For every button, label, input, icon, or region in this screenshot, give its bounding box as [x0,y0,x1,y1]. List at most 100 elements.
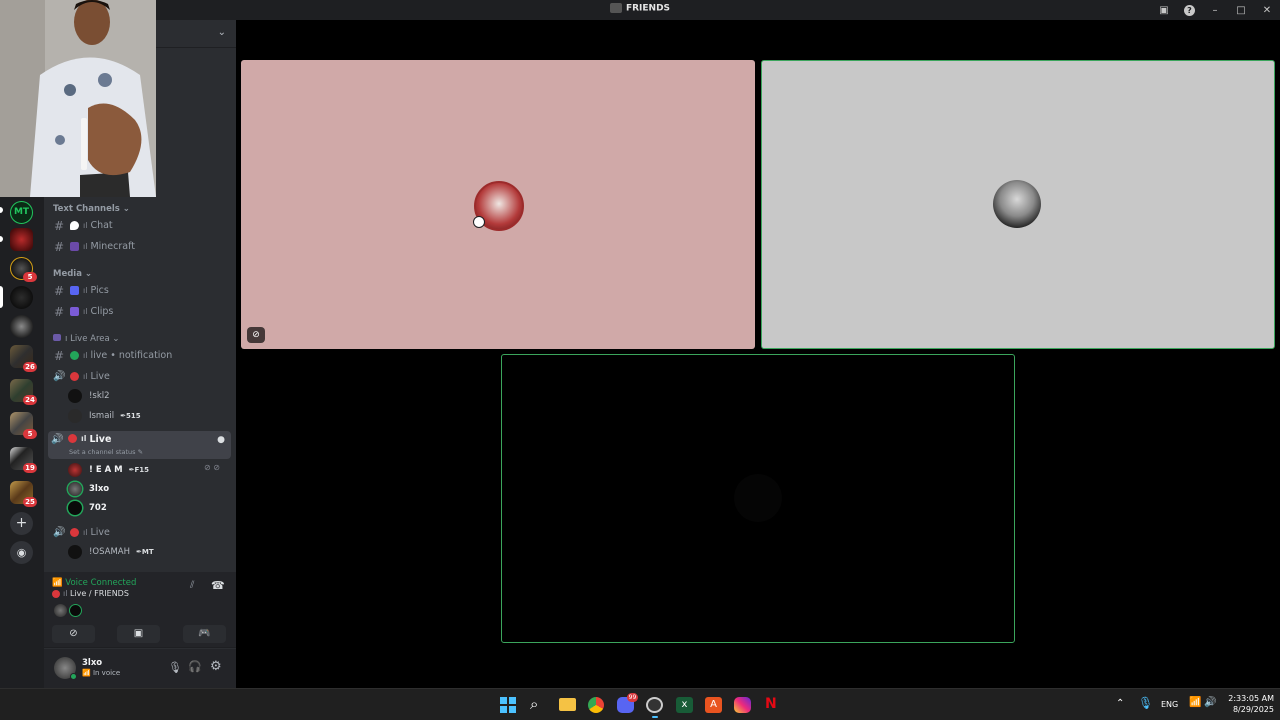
maximize-button[interactable]: □ [1228,5,1254,16]
avatar [68,545,82,559]
stream-tile-1[interactable]: ⊘ [241,60,755,349]
red-circle-icon [68,434,77,443]
voice-user[interactable]: Ismail ✒515 [68,407,141,425]
volume-icon[interactable]: 🔊 [1204,697,1216,708]
server-badge: 5 [23,429,37,439]
disconnect-icon[interactable]: ☎ [211,579,225,592]
chrome-icon[interactable] [588,697,604,713]
wifi-icon[interactable]: 📶 [1189,697,1201,708]
user-tag: ✒515 [120,412,141,420]
camera-off-button[interactable]: ⊘ [52,625,95,643]
language-indicator[interactable]: ENG [1161,700,1178,709]
channel-pics[interactable]: # ıl Pics [50,281,231,300]
discord-badge: 99 [627,693,638,702]
channel-clips[interactable]: # ıl Clips [50,302,231,321]
server-mt[interactable]: MT [10,201,33,224]
voice-user[interactable]: 3lxo [68,480,109,498]
voice-channel-live-3[interactable]: 🔊 ıl Live [50,523,231,542]
participant-avatar [54,604,67,617]
chevron-down-icon: ⌄ [217,27,226,38]
category-media[interactable]: Media ⌄ [53,269,92,279]
red-circle-icon [70,528,79,537]
hash-icon: # [53,283,65,298]
voice-channel-live-2[interactable]: 🔊 ıl Live ● Set a channel status ✎ [48,431,231,459]
channel-live-notification[interactable]: # ıl live • notification [50,346,231,365]
close-button[interactable]: ✕ [1254,5,1280,16]
server-pill [0,236,3,242]
green-circle-icon [70,351,79,360]
channel-status[interactable]: Set a channel status ✎ [69,448,143,456]
screen-share-button[interactable]: ▣ [117,625,160,643]
webcam-preview[interactable] [0,0,156,197]
participant-avatar [69,604,82,617]
hash-icon: # [53,304,65,319]
headphones-icon[interactable]: 🎧 [188,660,202,673]
noise-suppression-icon[interactable]: ⫽ [190,580,194,591]
user-status: 📶 In voice [82,669,121,677]
window-title: FRIENDS [0,3,1280,14]
voice-user[interactable]: ! E A M ✒F15 [68,461,149,479]
participant-avatar [993,180,1041,228]
red-circle-icon [70,372,79,381]
camera-off-icon: ⊘ [247,327,265,343]
channel-icon [609,3,622,13]
user-panel: 3lxo 📶 In voice 🎙 🎧 ⚙ [44,649,236,688]
server-badge: 26 [23,362,37,372]
voice-channel-live-1[interactable]: 🔊 ıl Live [50,367,231,386]
username: 3lxo [82,658,103,668]
channel-minecraft[interactable]: # ıl Minecraft [50,237,231,256]
stream-tile-2[interactable] [761,60,1275,349]
compass-icon[interactable]: ◉ [10,541,33,564]
minimize-button[interactable]: – [1202,5,1228,16]
user-tag: ✒MT [136,548,154,556]
server-pill-selected [0,286,3,308]
game-icon [70,242,79,251]
server-icon[interactable] [10,315,33,338]
signal-icon: 📶 [52,578,63,588]
taskbar: ⌕ 99 x A N ⌃ 🎙 ENG 📶 🔊 2:33:05 AM 8/29/2… [0,688,1280,720]
speaker-icon: 🔊 [53,371,66,382]
category-text-channels[interactable]: Text Channels ⌄ [53,204,130,214]
microphone-icon[interactable]: 🎙 [168,661,182,674]
obs-icon[interactable] [646,697,663,713]
excel-icon[interactable]: x [676,697,693,713]
channel-chat[interactable]: # ıl Chat [50,216,231,235]
inbox-icon[interactable]: ▣ [1151,5,1177,16]
film-icon [70,307,79,316]
netflix-icon[interactable]: N [765,696,777,712]
voice-user[interactable]: !skl2 [68,387,110,405]
avatar [68,389,82,403]
speaker-icon: 🔊 [51,434,64,445]
hash-icon: # [53,218,65,233]
gear-icon[interactable]: ⚙ [210,659,222,674]
server-badge: 19 [23,463,37,473]
activities-button[interactable]: 🎮 [183,625,226,643]
category-live-area[interactable]: ı Live Area ⌄ [53,334,120,344]
clock[interactable]: 2:33:05 AM 8/29/2025 [1222,693,1274,715]
chevron-up-icon[interactable]: ⌃ [1116,698,1124,709]
webcam-person [0,0,156,197]
server-badge: 5 [23,272,37,282]
voice-channel-name[interactable]: ıl Live / FRIENDS [52,589,129,598]
add-server-icon[interactable]: + [10,512,33,535]
hash-icon: # [53,239,65,254]
start-icon[interactable] [500,697,516,713]
stream-tile-3[interactable] [501,354,1015,643]
instagram-icon[interactable] [734,697,751,713]
help-icon[interactable]: ? [1184,4,1195,16]
server-icon[interactable] [10,286,33,309]
server-badge: 25 [23,497,37,507]
avatar [68,409,82,423]
microphone-icon[interactable]: 🎙 [1138,696,1153,710]
voice-status: 📶 Voice Connected [52,578,137,588]
voice-user[interactable]: 702 [68,499,107,517]
chat-bubble-icon[interactable]: ● [217,435,225,445]
file-explorer-icon[interactable] [559,698,576,711]
image-icon [70,286,79,295]
voice-connected-panel: 📶 Voice Connected ıl Live / FRIENDS ⫽ ☎ … [44,572,236,648]
server-icon[interactable] [10,228,33,251]
app-icon[interactable]: A [705,697,722,713]
search-icon[interactable]: ⌕ [530,695,538,713]
speaker-icon: 🔊 [53,527,66,538]
voice-user[interactable]: !OSAMAH ✒MT [68,543,154,561]
